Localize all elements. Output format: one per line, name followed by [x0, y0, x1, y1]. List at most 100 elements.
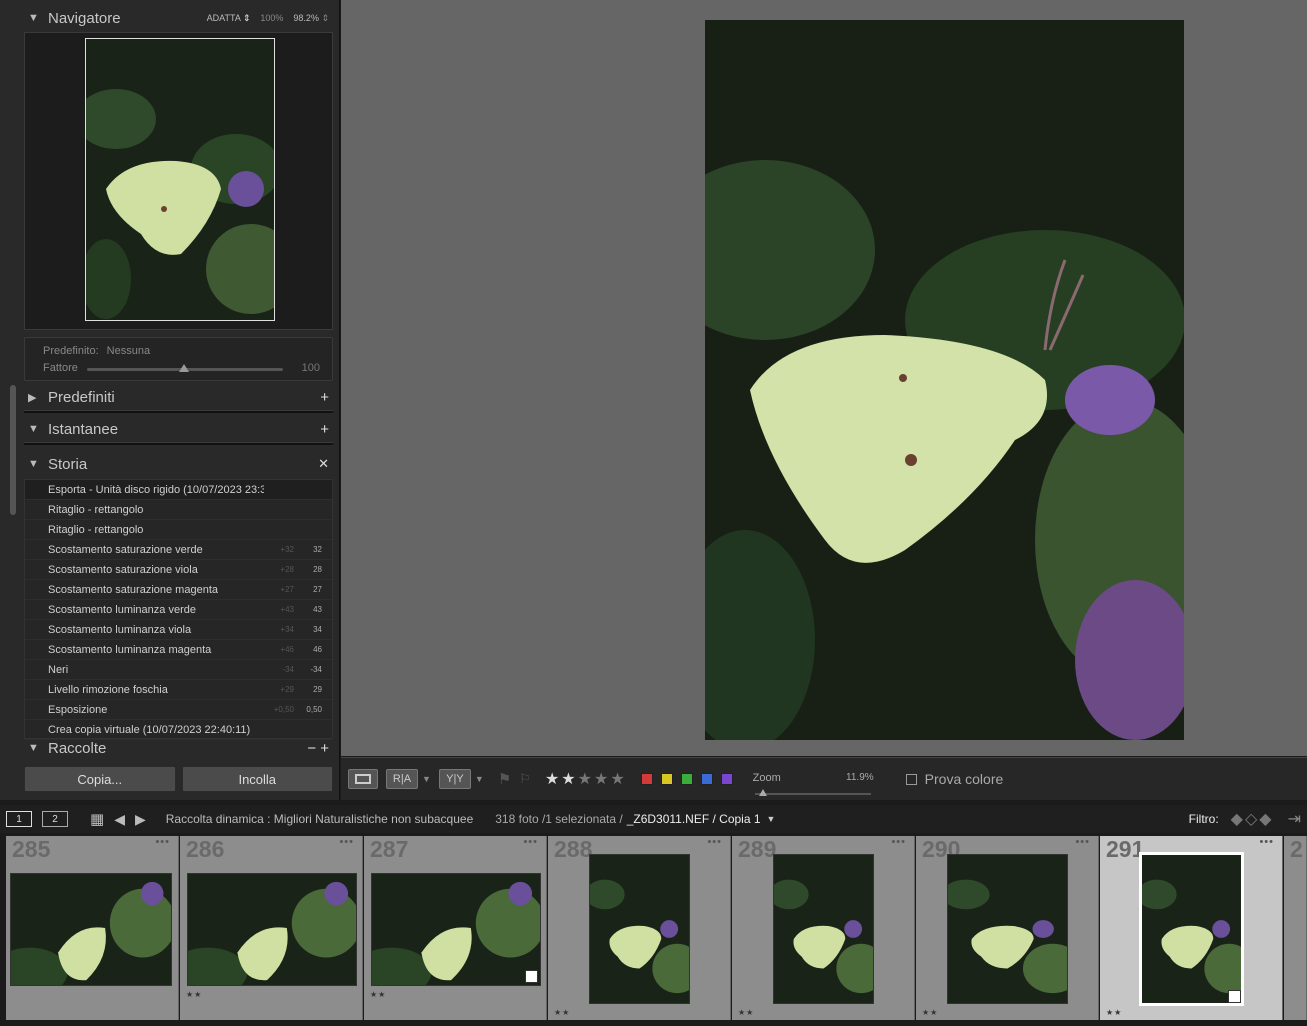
zoom-custom-option[interactable]: 98.2% ⇕	[293, 13, 329, 24]
color-label-swatch[interactable]	[640, 773, 653, 785]
navigator-header[interactable]: ▼ Navigatore ADATTA ⇕ 100% 98.2% ⇕	[24, 3, 333, 33]
chevron-down-icon[interactable]: ▼	[767, 814, 776, 824]
filmstrip-cell[interactable]: 290 ••• ★★	[916, 836, 1099, 1020]
thumbnail[interactable]	[10, 873, 172, 986]
snapshots-header[interactable]: ▼ Istantanee +	[24, 414, 333, 444]
history-step[interactable]: Scostamento saturazione verde +32 32	[25, 540, 332, 560]
history-step-label: Livello rimozione foschia	[48, 683, 168, 696]
before-after-tb-button[interactable]: Y|Y	[438, 769, 471, 789]
factor-slider-handle[interactable]	[179, 364, 189, 372]
history-step[interactable]: Scostamento luminanza magenta +46 46	[25, 640, 332, 660]
navigator-thumbnail[interactable]	[85, 38, 275, 321]
star-icon[interactable]: ★	[561, 769, 575, 789]
back-arrow-icon[interactable]: ◀	[114, 811, 125, 828]
main-photo[interactable]	[705, 20, 1184, 740]
color-label-swatch[interactable]	[700, 773, 713, 785]
more-options-icon[interactable]: •••	[1075, 836, 1090, 848]
forward-arrow-icon[interactable]: ▶	[135, 811, 146, 828]
history-step[interactable]: Scostamento luminanza verde +43 43	[25, 600, 332, 620]
star-icon[interactable]: ★	[578, 769, 592, 789]
history-step[interactable]: Ritaglio - rettangolo	[25, 520, 332, 540]
filmstrip-cell[interactable]: 285 •••	[6, 836, 179, 1020]
presets-header[interactable]: ▶ Predefiniti +	[24, 382, 333, 412]
star-icon[interactable]: ★	[545, 769, 559, 789]
star-icon[interactable]: ★	[594, 769, 608, 789]
thumbnail[interactable]	[371, 873, 541, 986]
filmstrip-cell[interactable]: 288 ••• ★★	[548, 836, 731, 1020]
history-step[interactable]: Scostamento saturazione magenta +27 27	[25, 580, 332, 600]
preset-value[interactable]: Nessuna	[107, 345, 150, 357]
filmstrip-cell[interactable]: 291 ••• ★★	[1100, 836, 1283, 1020]
history-step-label: Scostamento saturazione verde	[48, 543, 203, 556]
history-step[interactable]: Esporta - Unità disco rigido (10/07/2023…	[25, 480, 332, 500]
history-step[interactable]: Ritaglio - rettangolo	[25, 500, 332, 520]
filter-flags-icon[interactable]: ◆◇◆	[1231, 809, 1274, 829]
thumbnail[interactable]	[187, 873, 357, 986]
filmstrip-cell[interactable]: 289 ••• ★★	[732, 836, 915, 1020]
more-options-icon[interactable]: •••	[339, 836, 354, 848]
clear-history-icon[interactable]: ✕	[318, 456, 333, 472]
collapse-triangle-icon[interactable]: ▼	[24, 423, 42, 435]
more-options-icon[interactable]: •••	[523, 836, 538, 848]
more-options-icon[interactable]: •••	[1259, 836, 1274, 848]
paste-button[interactable]: Incolla	[181, 766, 333, 792]
soft-proof-label: Prova colore	[924, 771, 1004, 787]
dropdown-arrow-icon[interactable]: ▼	[475, 774, 484, 784]
dropdown-arrow-icon[interactable]: ▼	[422, 774, 431, 784]
history-step[interactable]: Livello rimozione foschia +29 29	[25, 680, 332, 700]
collapse-triangle-icon[interactable]: ▼	[24, 458, 42, 470]
more-options-icon[interactable]: •••	[155, 836, 170, 848]
soft-proof-checkbox[interactable]	[905, 773, 917, 785]
soft-proof-toggle[interactable]: Prova colore	[905, 771, 1004, 787]
zoom-slider-handle[interactable]	[758, 789, 767, 796]
filmstrip-cell[interactable]: 286 ••• ★★	[180, 836, 363, 1020]
color-label-swatch[interactable]	[660, 773, 673, 785]
primary-display-button[interactable]: 1	[6, 811, 32, 827]
collapse-triangle-icon[interactable]: ▼	[24, 12, 42, 24]
filter-lock-icon[interactable]: ⇥	[1288, 809, 1301, 829]
collections-header[interactable]: ▼ Raccolte − +	[24, 740, 333, 756]
expand-triangle-icon[interactable]: ▶	[24, 391, 42, 404]
collapse-triangle-icon[interactable]: ▼	[24, 742, 42, 754]
file-name[interactable]: _Z6D3011.NEF / Copia 1	[627, 812, 761, 826]
color-label-swatch[interactable]	[680, 773, 693, 785]
more-options-icon[interactable]: •••	[707, 836, 722, 848]
history-step[interactable]: Crea copia virtuale (10/07/2023 22:40:11…	[25, 720, 332, 740]
star-icon[interactable]: ★	[610, 769, 624, 789]
secondary-display-button[interactable]: 2	[42, 811, 68, 827]
before-after-lr-button[interactable]: R|A	[386, 769, 418, 789]
history-step[interactable]: Esposizione +0,50 0,50	[25, 700, 332, 720]
star-rating[interactable]: ★ ★ ★ ★ ★	[545, 769, 625, 789]
reject-flag-icon[interactable]: ⚐	[519, 771, 531, 787]
panel-scrollbar[interactable]	[10, 385, 16, 515]
history-header[interactable]: ▼ Storia ✕	[24, 449, 333, 479]
color-label-swatch[interactable]	[720, 773, 733, 785]
history-step[interactable]: Neri -34 -34	[25, 660, 332, 680]
thumbnail[interactable]	[947, 854, 1068, 1004]
source-path[interactable]: Raccolta dinamica : Migliori Naturalisti…	[166, 812, 474, 826]
thumbnail[interactable]	[589, 854, 690, 1004]
zoom-control[interactable]: Zoom 11.9%	[753, 762, 878, 796]
collections-add-icon[interactable]: − +	[307, 740, 333, 756]
more-options-icon[interactable]: •••	[891, 836, 906, 848]
thumbnail[interactable]	[773, 854, 874, 1004]
flag-icon[interactable]: ⚑	[498, 770, 511, 788]
filmstrip-cell[interactable]: 2	[1284, 836, 1307, 1020]
copy-button[interactable]: Copia...	[24, 766, 176, 792]
preset-amount-box: Predefinito: Nessuna Fattore 100	[24, 337, 333, 381]
add-preset-icon[interactable]: +	[320, 389, 333, 406]
fit-option[interactable]: ADATTA ⇕	[207, 13, 251, 24]
history-step-value: 0,50	[306, 705, 322, 714]
grid-icon[interactable]: ▦	[90, 810, 104, 828]
add-snapshot-icon[interactable]: +	[320, 421, 333, 438]
loupe-view-button[interactable]	[348, 769, 378, 789]
history-step[interactable]: Scostamento luminanza viola +34 34	[25, 620, 332, 640]
filmstrip-cell[interactable]: 287 ••• ★★	[364, 836, 547, 1020]
zoom-100-option[interactable]: 100%	[260, 13, 283, 23]
main-image-area[interactable]	[341, 0, 1307, 756]
navigator-preview[interactable]	[24, 32, 333, 330]
thumbnail[interactable]	[1139, 852, 1244, 1006]
history-step[interactable]: Scostamento saturazione viola +28 28	[25, 560, 332, 580]
history-step-label: Scostamento saturazione viola	[48, 563, 198, 576]
zoom-slider[interactable]	[754, 793, 871, 795]
